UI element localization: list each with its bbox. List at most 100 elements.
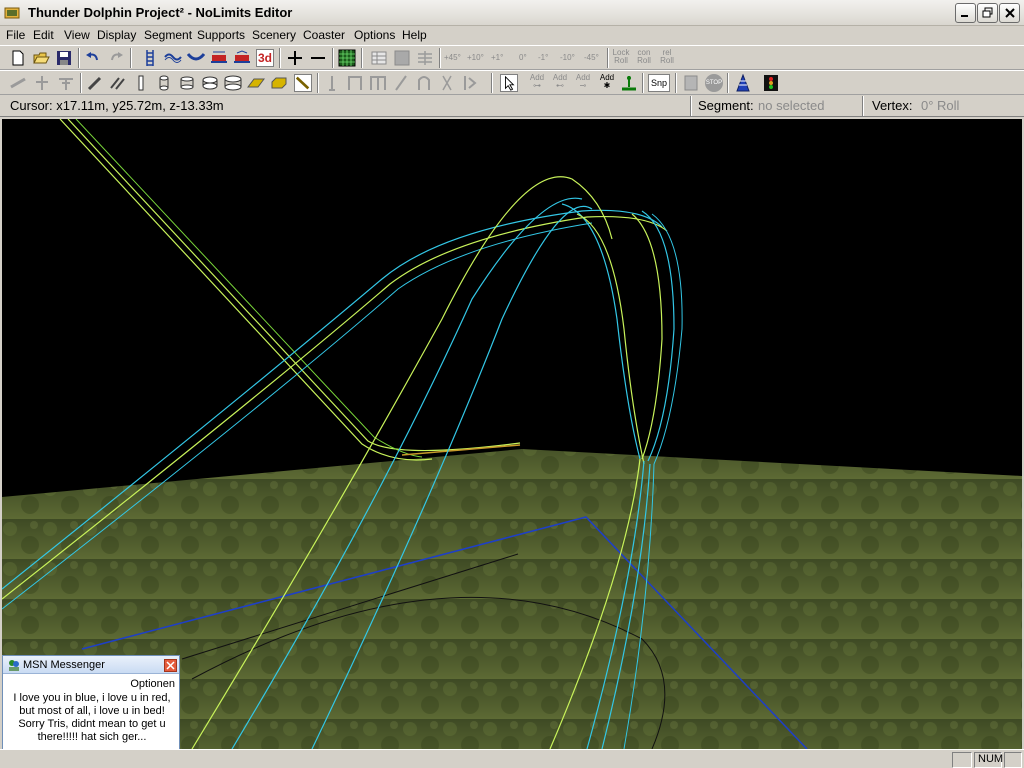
double-pencil-icon[interactable] — [109, 74, 127, 92]
msn-close-button[interactable] — [164, 659, 177, 672]
footer-block-icon[interactable] — [270, 74, 288, 92]
status-panel-empty — [952, 752, 972, 768]
coaster-train-red-icon[interactable] — [210, 49, 228, 67]
menu-options[interactable]: Options — [354, 28, 395, 42]
stop-button[interactable]: STOP — [705, 74, 723, 92]
cylinder-medium-icon[interactable] — [178, 74, 196, 92]
diagonal-support-icon[interactable] — [392, 74, 410, 92]
undo-icon[interactable] — [84, 49, 102, 67]
add-node-button[interactable]: Add ⊶ — [526, 74, 548, 90]
menu-scenery[interactable]: Scenery — [252, 28, 296, 42]
cylinder-small-icon[interactable] — [155, 74, 173, 92]
menu-file[interactable]: File — [6, 28, 25, 42]
slant-support-icon[interactable] — [438, 74, 456, 92]
toolbar-separator — [491, 73, 493, 93]
support-tool-icon[interactable] — [9, 74, 27, 92]
traffic-light-icon[interactable] — [762, 74, 780, 92]
rel-roll-button[interactable]: rel Roll — [656, 49, 678, 65]
select-pointer-icon[interactable] — [500, 74, 518, 92]
footer-plate-icon[interactable] — [247, 74, 265, 92]
menu-view[interactable]: View — [64, 28, 90, 42]
arch-support-icon[interactable] — [415, 74, 433, 92]
roll-plus1-button[interactable]: +1° — [491, 53, 503, 62]
coaster-train-blue-icon[interactable] — [233, 49, 251, 67]
remove-vertex-icon[interactable] — [309, 49, 327, 67]
block-icon[interactable] — [393, 49, 411, 67]
toolbar-separator — [279, 48, 281, 68]
ground-anchor-icon[interactable] — [620, 74, 638, 92]
redo-icon[interactable] — [107, 49, 125, 67]
info-separator — [690, 96, 692, 116]
rel-roll-label-2: Roll — [660, 56, 674, 65]
toolbar-separator — [80, 73, 82, 93]
block-brake-icon[interactable] — [682, 74, 700, 92]
toolbar-separator — [361, 48, 363, 68]
save-icon[interactable] — [55, 49, 73, 67]
3d-view-button[interactable]: 3d — [256, 49, 274, 67]
cylinder-wide-icon[interactable] — [201, 74, 219, 92]
menu-edit[interactable]: Edit — [33, 28, 54, 42]
roll-minus1-button[interactable]: -1° — [538, 53, 548, 62]
info-separator — [862, 96, 864, 116]
track-wave-icon[interactable] — [164, 49, 182, 67]
menu-coaster[interactable]: Coaster — [303, 28, 345, 42]
menu-supports[interactable]: Supports — [197, 28, 245, 42]
track-valley-icon[interactable] — [187, 49, 205, 67]
lock-roll-label-2: Roll — [614, 56, 628, 65]
toolbar-separator — [439, 48, 441, 68]
pillar-thin-icon[interactable] — [132, 74, 150, 92]
table-icon[interactable] — [370, 49, 388, 67]
menu-segment[interactable]: Segment — [144, 28, 192, 42]
support-beam-icon[interactable] — [33, 74, 51, 92]
info-bar: Cursor: x17.11m, y25.72m, z-13.33m Segme… — [0, 95, 1024, 117]
add-rail-node-button[interactable]: Add ⊸ — [572, 74, 594, 90]
toolbar-separator — [78, 48, 80, 68]
vertex-label: Vertex: — [872, 98, 913, 113]
pillar-support-icon[interactable] — [323, 74, 341, 92]
cylinder-large-icon[interactable] — [224, 74, 242, 92]
toolbar-separator — [727, 73, 729, 93]
track-vertical-icon[interactable] — [141, 49, 159, 67]
snap-button[interactable]: Snp — [648, 74, 670, 92]
msn-message[interactable]: I love you in blue, i love u in red, but… — [9, 692, 175, 744]
add-free-node-label: Add — [552, 73, 568, 82]
msn-title: MSN Messenger — [23, 659, 105, 671]
add-free-node-button[interactable]: Add ⊷ — [549, 74, 571, 90]
close-button[interactable] — [999, 3, 1020, 23]
menu-display[interactable]: Display — [97, 28, 136, 42]
cursor-position: Cursor: x17.11m, y25.72m, z-13.33m — [10, 98, 224, 113]
add-vertex-icon[interactable] — [286, 49, 304, 67]
pencil-icon[interactable] — [86, 74, 104, 92]
con-roll-label-2: Roll — [637, 56, 651, 65]
segment-label: Segment: — [698, 98, 754, 113]
roll-plus45-button[interactable]: +45° — [444, 53, 461, 62]
minimize-button[interactable] — [955, 3, 976, 23]
msn-options-link[interactable]: Optionen — [130, 678, 175, 690]
rail-tool-icon[interactable] — [294, 74, 312, 92]
roll-minus10-button[interactable]: -10° — [560, 53, 575, 62]
frame-support-icon[interactable] — [346, 74, 364, 92]
tower-icon[interactable] — [734, 74, 752, 92]
title-bar[interactable]: Thunder Dolphin Project² - NoLimits Edit… — [0, 0, 1024, 26]
app-icon — [4, 7, 20, 19]
roll-minus45-button[interactable]: -45° — [584, 53, 599, 62]
double-frame-icon[interactable] — [369, 74, 387, 92]
grid-icon[interactable] — [338, 49, 356, 67]
restore-button[interactable] — [977, 3, 998, 23]
ruler-icon[interactable] — [416, 49, 434, 67]
end-support-icon[interactable] — [461, 74, 479, 92]
status-panel-empty-2 — [1004, 752, 1022, 768]
new-file-icon[interactable] — [9, 49, 27, 67]
roll-zero-button[interactable]: 0° — [519, 53, 527, 62]
window-title: Thunder Dolphin Project² - NoLimits Edit… — [28, 5, 293, 20]
toolbar-separator — [675, 73, 677, 93]
toolbar-separator — [317, 73, 319, 93]
con-roll-button[interactable]: con Roll — [633, 49, 655, 65]
menu-help[interactable]: Help — [402, 28, 427, 42]
open-folder-icon[interactable] — [32, 49, 50, 67]
add-beam-button[interactable]: Add ✱ — [596, 74, 618, 90]
toolbar-separator — [642, 73, 644, 93]
roll-plus10-button[interactable]: +10° — [467, 53, 484, 62]
support-tee-icon[interactable] — [57, 74, 75, 92]
lock-roll-button[interactable]: Lock Roll — [610, 49, 632, 65]
